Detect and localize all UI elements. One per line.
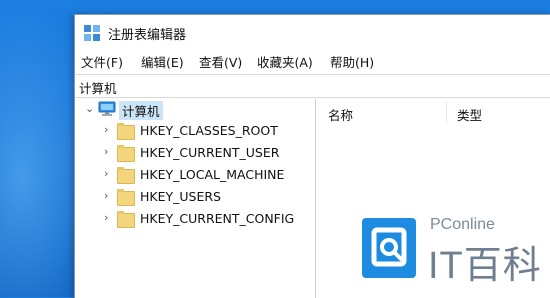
- tree-item-label[interactable]: HKEY_USERS: [140, 189, 221, 204]
- pconline-logo-icon: [362, 218, 416, 278]
- expand-chevron-icon[interactable]: ›: [104, 145, 108, 158]
- address-path[interactable]: 计算机: [79, 78, 117, 97]
- column-header-name[interactable]: 名称: [328, 105, 353, 124]
- tree-item-label[interactable]: HKEY_CLASSES_ROOT: [140, 123, 278, 138]
- menu-bar: 文件(F) 编辑(E) 查看(V) 收藏夹(A) 帮助(H): [75, 49, 550, 71]
- expand-chevron-icon[interactable]: ›: [104, 123, 108, 136]
- watermark-title: IT百科: [428, 245, 542, 287]
- regedit-app-icon: [84, 25, 100, 41]
- tree-item-hkcu[interactable]: › HKEY_CURRENT_USER: [75, 143, 315, 163]
- tree-item-hkcc[interactable]: › HKEY_CURRENT_CONFIG: [75, 209, 315, 229]
- menu-file[interactable]: 文件(F): [81, 52, 123, 71]
- tree-item-label[interactable]: HKEY_CURRENT_CONFIG: [140, 211, 294, 226]
- tree-pane: ⌄ 计算机 › HKEY_CLASSES_ROOT › HKEY_CURRENT…: [75, 99, 315, 298]
- folder-icon: [117, 211, 135, 228]
- watermark-brand: PConline: [430, 216, 495, 233]
- window-title: 注册表编辑器: [108, 28, 187, 43]
- title-bar[interactable]: 注册表编辑器: [75, 15, 550, 49]
- tree-item-hkcr[interactable]: › HKEY_CLASSES_ROOT: [75, 121, 315, 141]
- tree-item-hklm[interactable]: › HKEY_LOCAL_MACHINE: [75, 165, 315, 185]
- pconline-watermark: PConline IT百科: [354, 212, 550, 297]
- folder-icon: [117, 145, 135, 162]
- menu-view[interactable]: 查看(V): [199, 52, 242, 71]
- expand-chevron-icon[interactable]: ›: [104, 189, 108, 202]
- menu-help[interactable]: 帮助(H): [330, 52, 374, 71]
- tree-item-label[interactable]: HKEY_CURRENT_USER: [140, 145, 279, 160]
- folder-icon: [117, 123, 135, 140]
- address-bar[interactable]: 计算机: [75, 74, 550, 98]
- column-separator[interactable]: [446, 101, 447, 123]
- computer-icon: [98, 101, 116, 116]
- expand-chevron-icon[interactable]: ›: [104, 167, 108, 180]
- tree-root-label[interactable]: 计算机: [119, 101, 163, 120]
- menu-edit[interactable]: 编辑(E): [141, 52, 184, 71]
- folder-icon: [117, 167, 135, 184]
- menu-favorites[interactable]: 收藏夹(A): [257, 52, 313, 71]
- tree-item-label[interactable]: HKEY_LOCAL_MACHINE: [140, 167, 284, 182]
- tree-item-hku[interactable]: › HKEY_USERS: [75, 187, 315, 207]
- expand-chevron-icon[interactable]: ›: [104, 211, 108, 224]
- column-header-type[interactable]: 类型: [457, 105, 482, 124]
- folder-icon: [117, 189, 135, 206]
- collapse-chevron-icon[interactable]: ⌄: [85, 102, 94, 115]
- tree-root-row[interactable]: ⌄ 计算机: [75, 99, 315, 120]
